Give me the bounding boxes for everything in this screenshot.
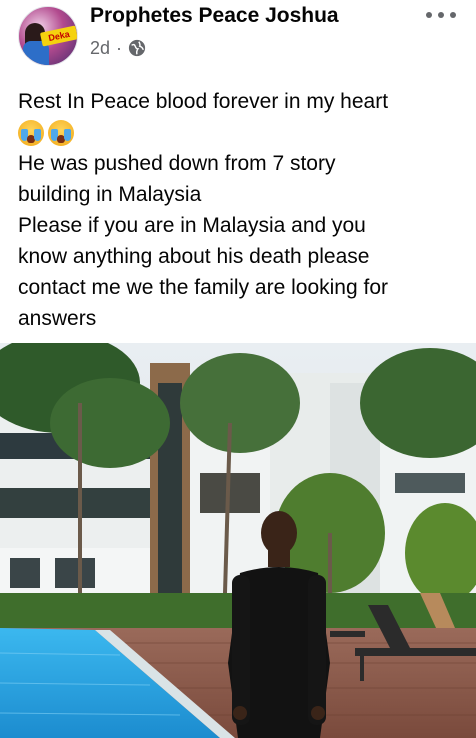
loudly-crying-face-emoji bbox=[18, 120, 44, 147]
dot bbox=[450, 12, 456, 18]
post-text-line: answers bbox=[18, 307, 97, 330]
post-text-line: contact me we the family are looking for bbox=[18, 276, 389, 299]
post-meta: 2d · bbox=[90, 37, 146, 59]
dot bbox=[438, 12, 444, 18]
post-header: Deka Prophetes Peace Joshua 2d · bbox=[0, 0, 476, 72]
avatar-badge: Deka bbox=[39, 25, 77, 47]
avatar[interactable]: Deka bbox=[18, 6, 78, 66]
globe-icon bbox=[128, 39, 146, 57]
post-text: Rest In Peace blood forever in my heart … bbox=[18, 86, 462, 334]
post-photo[interactable] bbox=[0, 343, 476, 738]
post-time[interactable]: 2d bbox=[90, 38, 110, 59]
meta-separator: · bbox=[116, 37, 123, 58]
post-text-line: Rest In Peace blood forever in my heart bbox=[18, 90, 389, 113]
post-text-line: building in Malaysia bbox=[18, 183, 202, 206]
author-name[interactable]: Prophetes Peace Joshua bbox=[90, 4, 339, 28]
emoji-row bbox=[18, 117, 462, 148]
photo-scene bbox=[0, 343, 476, 738]
post-text-line: He was pushed down from 7 story bbox=[18, 152, 336, 175]
post-text-line: Please if you are in Malaysia and you bbox=[18, 214, 366, 237]
loudly-crying-face-emoji bbox=[48, 120, 74, 147]
more-options-icon[interactable] bbox=[426, 6, 456, 24]
dot bbox=[426, 12, 432, 18]
post-text-line: know anything about his death please bbox=[18, 245, 370, 268]
